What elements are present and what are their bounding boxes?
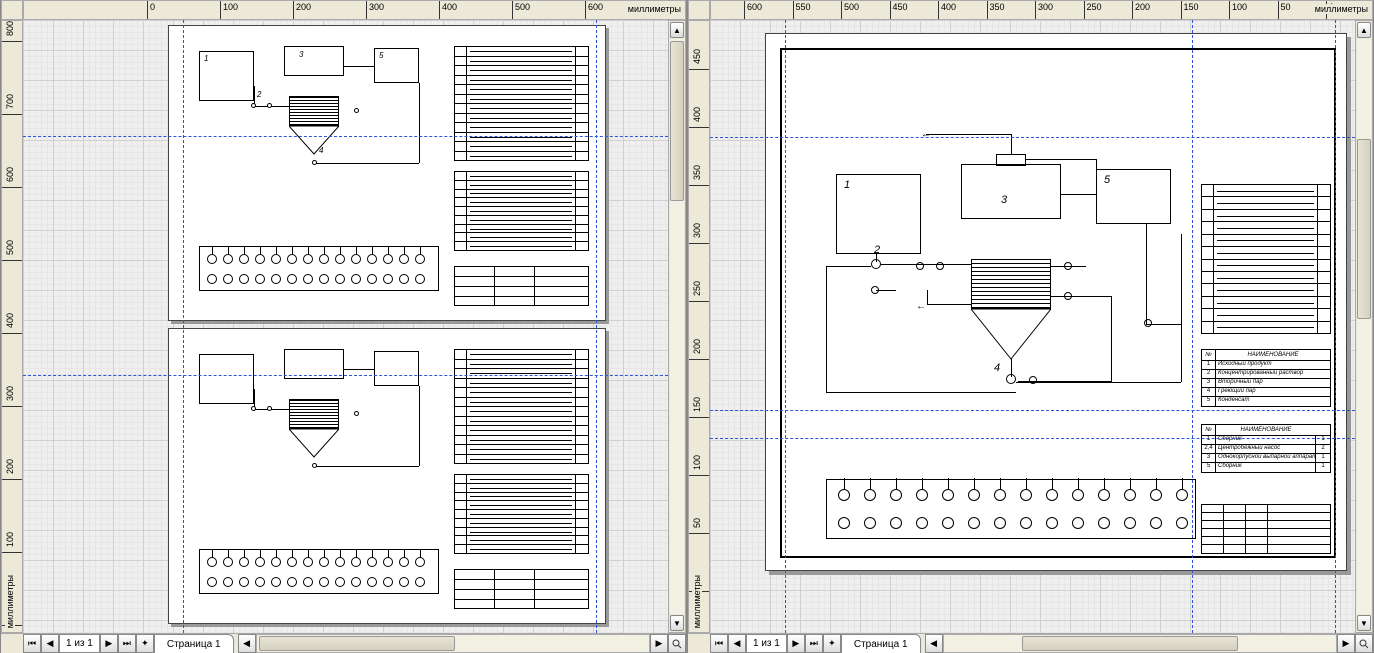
streams-table: № НАИМЕНОВАНИЕ 1Исходный продукт2Концент… [1201, 349, 1331, 407]
magnifier-icon [672, 639, 682, 649]
horizontal-scrollbar[interactable]: ◀ ▶ [925, 634, 1355, 653]
instrument-strip [826, 479, 1196, 539]
horizontal-scrollbar[interactable]: ◀ ▶ [238, 634, 668, 653]
horizontal-guide[interactable] [710, 410, 1355, 411]
ruler-unit-label-v: миллиметры [5, 575, 15, 628]
drawing-canvas[interactable]: 1 3 5 2 4 [23, 20, 668, 633]
page-tab[interactable]: Страница 1 [154, 634, 234, 653]
scroll-thumb[interactable] [670, 41, 684, 201]
horizontal-guide[interactable] [710, 137, 1355, 138]
vertical-guide[interactable] [183, 20, 184, 633]
ruler-corner [688, 0, 710, 20]
ruler-unit-label: миллиметры [624, 4, 681, 14]
prev-page-button[interactable]: ◀ [41, 634, 59, 653]
page-tab[interactable]: Страница 1 [841, 634, 921, 653]
last-page-button[interactable]: ⏭ [118, 634, 136, 653]
page-counter: 1 из 1 [746, 634, 787, 653]
scroll-left-button[interactable]: ◀ [238, 634, 256, 653]
spec-table-large [1201, 184, 1331, 334]
scroll-right-button[interactable]: ▶ [1337, 634, 1355, 653]
scroll-right-button[interactable]: ▶ [650, 634, 668, 653]
first-page-button[interactable]: ⏮ [710, 634, 728, 653]
magnifier-icon [1359, 639, 1369, 649]
page-counter: 1 из 1 [59, 634, 100, 653]
zoom-button[interactable] [668, 634, 686, 653]
spec-table-2 [454, 171, 589, 251]
scroll-up-button[interactable]: ▲ [1357, 22, 1371, 38]
drawing-canvas[interactable]: 1 3 5 2 [710, 20, 1355, 633]
ruler-unit-label: миллиметры [1311, 4, 1368, 14]
vertical-ruler[interactable]: 050100150200250300350400450 миллиметры [688, 20, 710, 633]
scroll-down-button[interactable]: ▼ [670, 615, 684, 631]
last-page-button[interactable]: ⏭ [805, 634, 823, 653]
ruler-unit-label-v: миллиметры [692, 575, 702, 628]
new-page-button[interactable]: ✦ [823, 634, 841, 653]
instrument-strip [199, 246, 439, 291]
next-page-button[interactable]: ▶ [100, 634, 118, 653]
vertical-scrollbar[interactable]: ▲ ▼ [1355, 20, 1373, 633]
title-block [454, 266, 589, 306]
horizontal-guide[interactable] [710, 438, 1355, 439]
scroll-down-button[interactable]: ▼ [1357, 615, 1371, 631]
heat-exchanger[interactable] [289, 96, 339, 126]
scroll-up-button[interactable]: ▲ [670, 22, 684, 38]
horizontal-ruler[interactable]: 050100150200250300350400450500550600 мил… [710, 0, 1373, 20]
next-page-button[interactable]: ▶ [787, 634, 805, 653]
hscroll-thumb[interactable] [1022, 636, 1238, 651]
drawing-page-top[interactable]: 1 3 5 2 4 [168, 25, 606, 321]
zoom-button[interactable] [1355, 634, 1373, 653]
new-page-button[interactable]: ✦ [136, 634, 154, 653]
spec-table [454, 46, 589, 161]
horizontal-guide[interactable] [23, 136, 668, 137]
equipment-table: № НАИМЕНОВАНИЕ 1Сборник12,4Центробежный … [1201, 424, 1331, 473]
left-pane: 0100200300400500600 миллиметры 010020030… [0, 0, 687, 653]
vertical-guide[interactable] [596, 20, 597, 633]
right-pane: 050100150200250300350400450500550600 мил… [687, 0, 1374, 653]
drawing-page[interactable]: 1 3 5 2 [765, 33, 1347, 571]
scroll-left-button[interactable]: ◀ [925, 634, 943, 653]
calandria[interactable] [971, 259, 1051, 309]
vertical-ruler[interactable]: 0100200300400500600700800 миллиметры [1, 20, 23, 633]
horizontal-ruler[interactable]: 0100200300400500600 миллиметры [23, 0, 686, 20]
vertical-guide[interactable] [1335, 20, 1336, 633]
prev-page-button[interactable]: ◀ [728, 634, 746, 653]
evaporator-3[interactable] [284, 46, 344, 76]
title-block [1201, 504, 1331, 554]
hscroll-thumb[interactable] [259, 636, 455, 651]
vertical-guide[interactable] [785, 20, 786, 633]
drawing-page-bottom[interactable] [168, 328, 606, 624]
first-page-button[interactable]: ⏮ [23, 634, 41, 653]
vertical-guide[interactable] [1192, 20, 1193, 633]
ruler-corner [1, 0, 23, 20]
horizontal-guide[interactable] [23, 375, 668, 376]
evaporator-top[interactable] [961, 164, 1061, 219]
scroll-thumb[interactable] [1357, 139, 1371, 319]
vertical-scrollbar[interactable]: ▲ ▼ [668, 20, 686, 633]
